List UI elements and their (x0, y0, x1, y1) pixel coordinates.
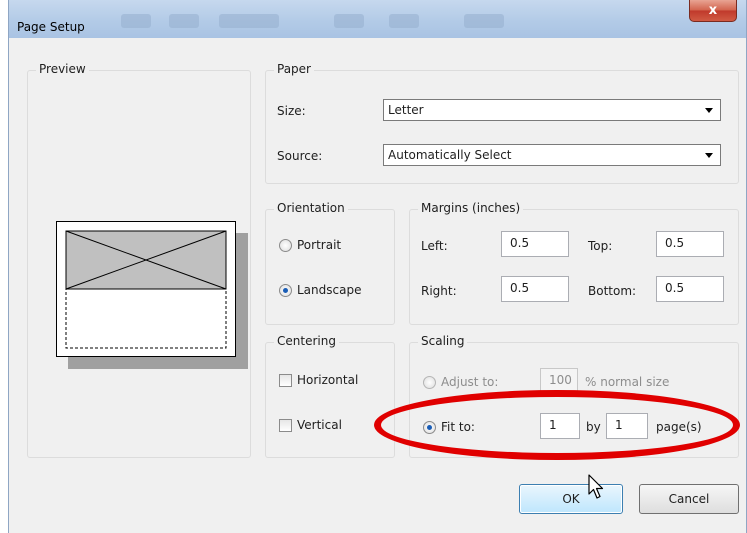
cancel-button-label: Cancel (668, 492, 710, 506)
scaling-group: Scaling Adjust to: 100 % normal size Fit… (409, 334, 739, 458)
mouse-cursor-icon (588, 474, 604, 499)
landscape-radio[interactable] (279, 284, 292, 297)
page-setup-dialog: Page Setup x Preview Paper Size: Letter … (8, 0, 747, 533)
close-icon: x (708, 3, 718, 18)
title-bar: Page Setup x (9, 0, 746, 38)
ok-button-label: OK (562, 492, 580, 506)
source-select[interactable]: Automatically Select (383, 144, 721, 166)
close-button[interactable]: x (689, 0, 737, 22)
portrait-radio[interactable] (279, 239, 292, 252)
preview-group-label: Preview (36, 62, 89, 76)
background-ghost (219, 14, 279, 28)
chevron-down-icon (705, 153, 713, 158)
fit-to-radio[interactable] (423, 421, 436, 434)
size-value: Letter (388, 103, 424, 117)
right-margin-input[interactable]: 0.5 (501, 276, 569, 302)
fit-pages-tall-input[interactable]: 1 (606, 413, 648, 439)
orientation-group-label: Orientation (274, 201, 348, 215)
size-label: Size: (277, 104, 306, 118)
normal-size-label: % normal size (585, 375, 670, 389)
background-ghost (169, 14, 199, 28)
paper-group-label: Paper (274, 62, 314, 76)
adjust-to-radio[interactable] (423, 376, 436, 389)
left-margin-label: Left: (421, 239, 448, 253)
bottom-margin-label: Bottom: (588, 284, 637, 298)
top-margin-label: Top: (588, 239, 613, 253)
horizontal-checkbox[interactable] (279, 374, 292, 387)
background-ghost (389, 14, 419, 28)
vertical-label[interactable]: Vertical (297, 418, 342, 432)
preview-layout-graphic (65, 230, 227, 349)
bottom-margin-input[interactable]: 0.5 (656, 276, 724, 302)
fit-to-label[interactable]: Fit to: (441, 420, 475, 434)
left-margin-input[interactable]: 0.5 (501, 231, 569, 257)
vertical-checkbox[interactable] (279, 419, 292, 432)
source-label: Source: (277, 149, 323, 163)
margins-group: Margins (inches) Left: 0.5 Top: 0.5 Righ… (409, 201, 739, 325)
landscape-label[interactable]: Landscape (297, 283, 361, 297)
dialog-content: Preview Paper Size: Letter Source: Autom… (9, 38, 746, 533)
horizontal-label[interactable]: Horizontal (297, 373, 358, 387)
fit-pages-wide-input[interactable]: 1 (540, 413, 580, 439)
background-ghost (334, 14, 364, 28)
cancel-button[interactable]: Cancel (639, 484, 739, 514)
by-label: by (586, 420, 601, 434)
orientation-group: Orientation Portrait Landscape (265, 201, 395, 325)
chevron-down-icon (705, 108, 713, 113)
background-ghost (464, 14, 504, 28)
right-margin-label: Right: (421, 284, 457, 298)
scaling-group-label: Scaling (418, 334, 468, 348)
size-select[interactable]: Letter (383, 99, 721, 121)
background-ghost (121, 14, 151, 28)
centering-group: Centering Horizontal Vertical (265, 334, 395, 458)
window-title: Page Setup (17, 20, 85, 34)
margins-group-label: Margins (inches) (418, 201, 524, 215)
ok-button[interactable]: OK (519, 484, 623, 514)
top-margin-input[interactable]: 0.5 (656, 231, 724, 257)
pages-label: page(s) (656, 420, 702, 434)
centering-group-label: Centering (274, 334, 339, 348)
paper-group: Paper Size: Letter Source: Automatically… (265, 62, 739, 184)
adjust-percent-input[interactable]: 100 (540, 368, 578, 394)
portrait-label[interactable]: Portrait (297, 238, 341, 252)
adjust-to-label[interactable]: Adjust to: (441, 375, 498, 389)
preview-group: Preview (27, 62, 251, 458)
source-value: Automatically Select (388, 148, 512, 162)
preview-page (56, 221, 236, 357)
